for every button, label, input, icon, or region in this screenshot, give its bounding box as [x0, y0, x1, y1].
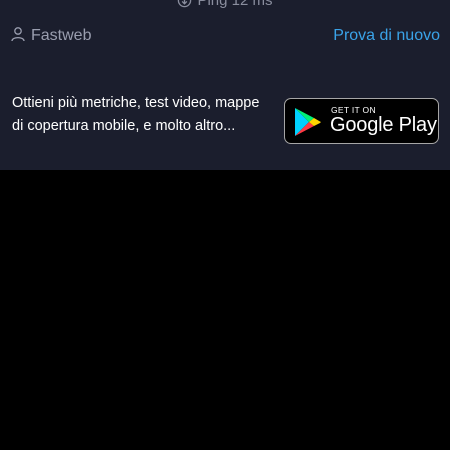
- user-icon: [10, 26, 26, 47]
- ping-value: Ping 12 ms: [197, 0, 273, 9]
- ping-icon: [177, 0, 192, 8]
- provider-name: Fastweb: [31, 27, 92, 44]
- badge-big-text: Google Play: [330, 114, 437, 136]
- result-panel: Ping 12 ms Fastweb Prova di nuovo Ottien…: [0, 0, 450, 170]
- retry-button[interactable]: Prova di nuovo: [333, 24, 440, 48]
- ping-row: Ping 12 ms: [0, 0, 450, 9]
- provider-info: Fastweb: [10, 24, 91, 48]
- promo-text: Ottieni più metriche, test video, mappe …: [12, 95, 260, 134]
- google-play-button[interactable]: GET IT ON Google Play: [284, 98, 439, 144]
- empty-area: [0, 170, 450, 450]
- provider-row: Fastweb Prova di nuovo: [0, 24, 450, 48]
- google-play-logo-icon: [294, 107, 322, 142]
